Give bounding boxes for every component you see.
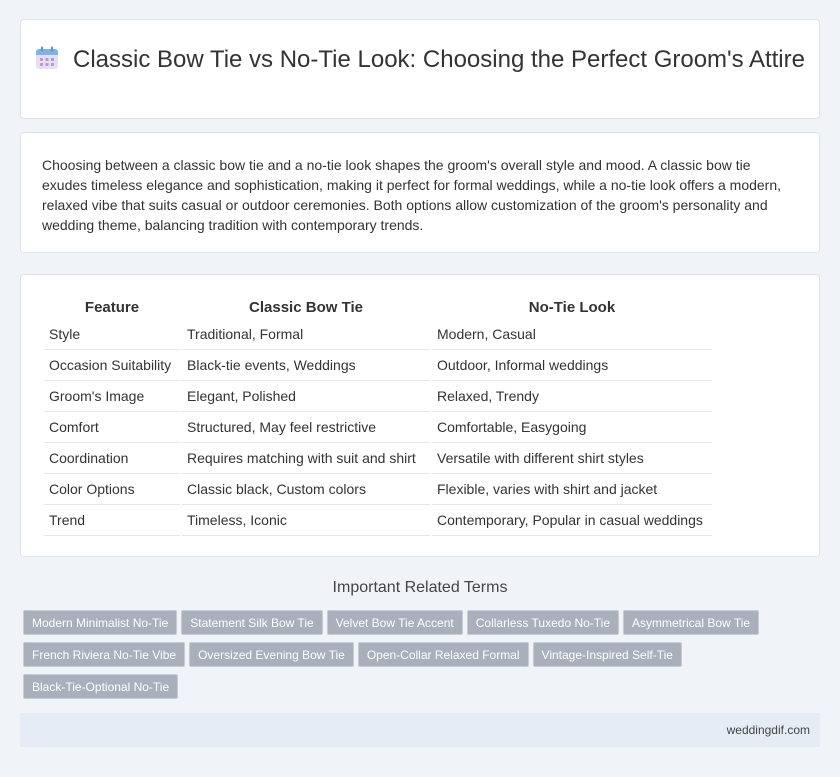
related-term-tag[interactable]: French Riviera No-Tie Vibe bbox=[23, 642, 186, 667]
footer-site-link[interactable]: weddingdif.com bbox=[727, 723, 810, 737]
cell-feature: Comfort bbox=[44, 412, 180, 443]
table-row: Comfort Structured, May feel restrictive… bbox=[44, 412, 712, 443]
cell-classic-bow-tie: Black-tie events, Weddings bbox=[182, 350, 430, 381]
intro-card: Choosing between a classic bow tie and a… bbox=[20, 132, 820, 253]
cell-feature: Groom's Image bbox=[44, 381, 180, 412]
cell-no-tie-look: Comfortable, Easygoing bbox=[432, 412, 712, 443]
cell-no-tie-look: Relaxed, Trendy bbox=[432, 381, 712, 412]
cell-classic-bow-tie: Structured, May feel restrictive bbox=[182, 412, 430, 443]
table-row: Coordination Requires matching with suit… bbox=[44, 443, 712, 474]
table-row: Groom's Image Elegant, Polished Relaxed,… bbox=[44, 381, 712, 412]
cell-classic-bow-tie: Timeless, Iconic bbox=[182, 505, 430, 536]
table-row: Trend Timeless, Iconic Contemporary, Pop… bbox=[44, 505, 712, 536]
cell-feature: Color Options bbox=[44, 474, 180, 505]
header-card: Classic Bow Tie vs No-Tie Look: Choosing… bbox=[20, 19, 820, 119]
cell-no-tie-look: Flexible, varies with shirt and jacket bbox=[432, 474, 712, 505]
related-terms-title: Important Related Terms bbox=[332, 579, 508, 596]
comparison-card: Feature Classic Bow Tie No-Tie Look Styl… bbox=[20, 274, 820, 557]
cell-no-tie-look: Outdoor, Informal weddings bbox=[432, 350, 712, 381]
cell-feature: Style bbox=[44, 319, 180, 350]
cell-feature: Occasion Suitability bbox=[44, 350, 180, 381]
cell-feature: Coordination bbox=[44, 443, 180, 474]
related-term-tag[interactable]: Statement Silk Bow Tie bbox=[181, 610, 323, 635]
cell-no-tie-look: Modern, Casual bbox=[432, 319, 712, 350]
table-row: Style Traditional, Formal Modern, Casual bbox=[44, 319, 712, 350]
related-term-tag[interactable]: Open-Collar Relaxed Formal bbox=[357, 642, 529, 667]
page-title: Classic Bow Tie vs No-Tie Look: Choosing… bbox=[21, 45, 819, 75]
related-term-tag[interactable]: Modern Minimalist No-Tie bbox=[23, 610, 178, 635]
related-term-tag[interactable]: Velvet Bow Tie Accent bbox=[326, 610, 463, 635]
cell-classic-bow-tie: Requires matching with suit and shirt bbox=[182, 443, 430, 474]
table-header-row: Feature Classic Bow Tie No-Tie Look bbox=[44, 294, 712, 319]
related-term-tag[interactable]: Asymmetrical Bow Tie bbox=[623, 610, 760, 635]
header-no-tie-look: No-Tie Look bbox=[528, 298, 616, 316]
calendar-icon bbox=[36, 46, 58, 69]
header: Classic Bow Tie vs No-Tie Look: Choosing… bbox=[21, 45, 819, 75]
header-feature: Feature bbox=[84, 298, 140, 316]
cell-feature: Trend bbox=[44, 505, 180, 536]
related-term-tag[interactable]: Vintage-Inspired Self-Tie bbox=[532, 642, 682, 667]
header-classic-bow-tie: Classic Bow Tie bbox=[249, 298, 363, 316]
cell-classic-bow-tie: Classic black, Custom colors bbox=[182, 474, 430, 505]
related-terms-tags: Modern Minimalist No-Tie Statement Silk … bbox=[23, 610, 803, 706]
footer: weddingdif.com bbox=[20, 713, 820, 747]
related-term-tag[interactable]: Collarless Tuxedo No-Tie bbox=[466, 610, 620, 635]
table-row: Color Options Classic black, Custom colo… bbox=[44, 474, 712, 505]
cell-no-tie-look: Contemporary, Popular in casual weddings bbox=[432, 505, 712, 536]
page-title-text: Classic Bow Tie vs No-Tie Look: Choosing… bbox=[73, 46, 805, 73]
related-term-tag[interactable]: Oversized Evening Bow Tie bbox=[189, 642, 354, 667]
intro-paragraph: Choosing between a classic bow tie and a… bbox=[42, 157, 782, 233]
cell-classic-bow-tie: Traditional, Formal bbox=[182, 319, 430, 350]
cell-no-tie-look: Versatile with different shirt styles bbox=[432, 443, 712, 474]
cell-classic-bow-tie: Elegant, Polished bbox=[182, 381, 430, 412]
comparison-table: Feature Classic Bow Tie No-Tie Look Styl… bbox=[42, 294, 714, 536]
related-term-tag[interactable]: Black-Tie-Optional No-Tie bbox=[23, 674, 179, 699]
table-row: Occasion Suitability Black-tie events, W… bbox=[44, 350, 712, 381]
